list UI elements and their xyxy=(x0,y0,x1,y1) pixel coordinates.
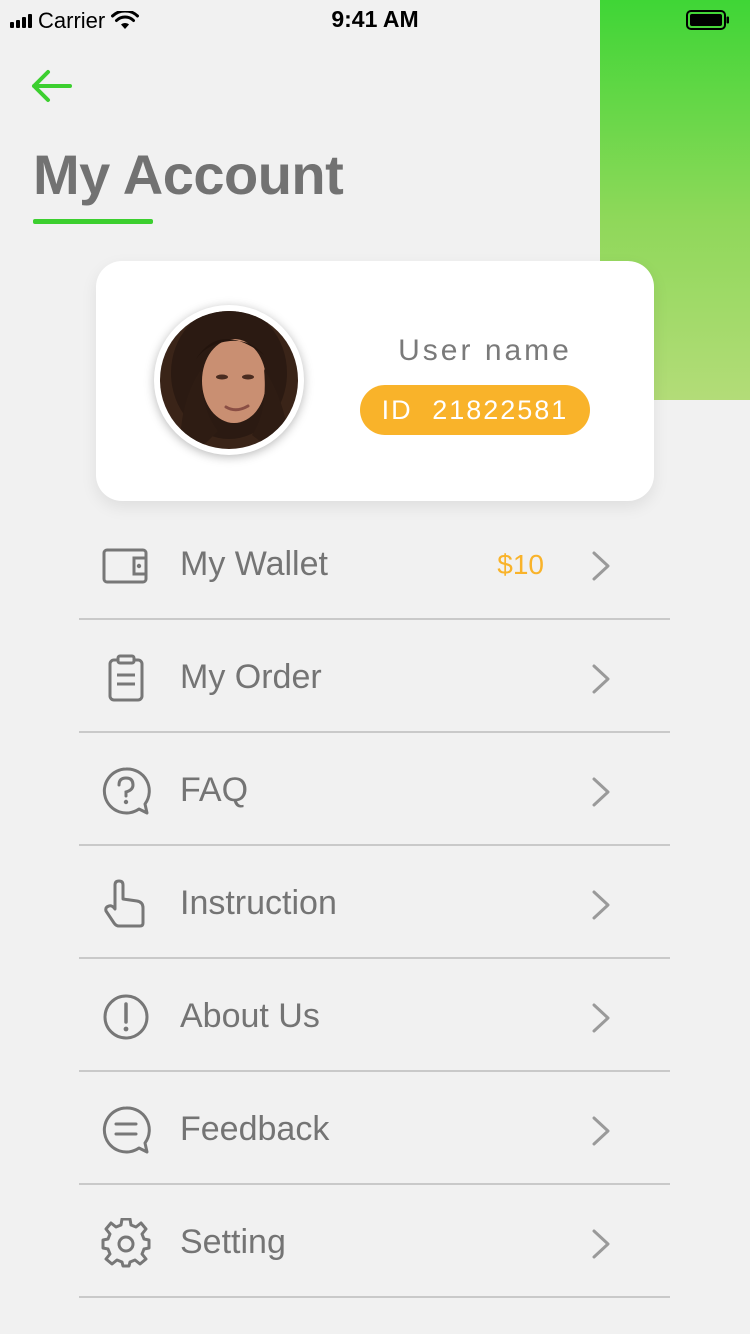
chevron-right-icon xyxy=(592,664,610,694)
user-id-badge: ID 21822581 xyxy=(360,385,590,435)
menu-item-my-order[interactable]: My Order xyxy=(79,620,670,733)
chevron-right-icon xyxy=(592,551,610,581)
menu-label: Feedback xyxy=(180,1110,330,1148)
avatar[interactable] xyxy=(154,305,304,455)
menu-item-faq[interactable]: FAQ xyxy=(79,733,670,846)
chevron-right-icon xyxy=(592,1229,610,1259)
chevron-right-icon xyxy=(592,1116,610,1146)
arrow-left-icon xyxy=(32,70,72,102)
status-time: 9:41 AM xyxy=(331,6,419,32)
question-bubble-icon xyxy=(102,767,151,815)
gear-icon xyxy=(101,1218,151,1268)
battery-icon xyxy=(686,10,729,30)
menu-label: About Us xyxy=(180,997,320,1035)
title-underline xyxy=(33,219,153,224)
profile-card: User name ID 21822581 xyxy=(96,261,654,501)
id-value: 21822581 xyxy=(432,395,569,425)
chevron-right-icon xyxy=(592,890,610,920)
menu-item-about-us[interactable]: About Us xyxy=(79,959,670,1072)
chevron-right-icon xyxy=(592,777,610,807)
menu-label: FAQ xyxy=(180,771,249,809)
menu-item-feedback[interactable]: Feedback xyxy=(79,1072,670,1185)
menu-label: My Wallet xyxy=(180,545,328,583)
clipboard-icon xyxy=(108,654,144,702)
menu-label: Setting xyxy=(180,1223,286,1261)
info-circle-icon xyxy=(103,994,149,1040)
menu-item-my-wallet[interactable]: My Wallet $10 xyxy=(79,507,670,620)
account-menu: My Wallet $10 My Order FAQ Instruction A… xyxy=(79,507,670,1298)
wallet-icon xyxy=(102,548,148,584)
status-bar: Carrier 9:41 AM xyxy=(0,0,750,40)
chat-bubble-icon xyxy=(102,1106,151,1154)
id-label: ID xyxy=(381,395,413,425)
back-button[interactable] xyxy=(28,64,74,108)
menu-label: Instruction xyxy=(180,884,337,922)
hand-pointer-icon xyxy=(104,879,145,928)
wallet-balance: $10 xyxy=(497,549,544,580)
username-label: User name xyxy=(398,334,572,367)
menu-label: My Order xyxy=(180,658,322,696)
menu-item-instruction[interactable]: Instruction xyxy=(79,846,670,959)
avatar-image xyxy=(160,311,298,449)
page-title: My Account xyxy=(33,143,344,206)
menu-item-setting[interactable]: Setting xyxy=(79,1185,670,1298)
chevron-right-icon xyxy=(592,1003,610,1033)
